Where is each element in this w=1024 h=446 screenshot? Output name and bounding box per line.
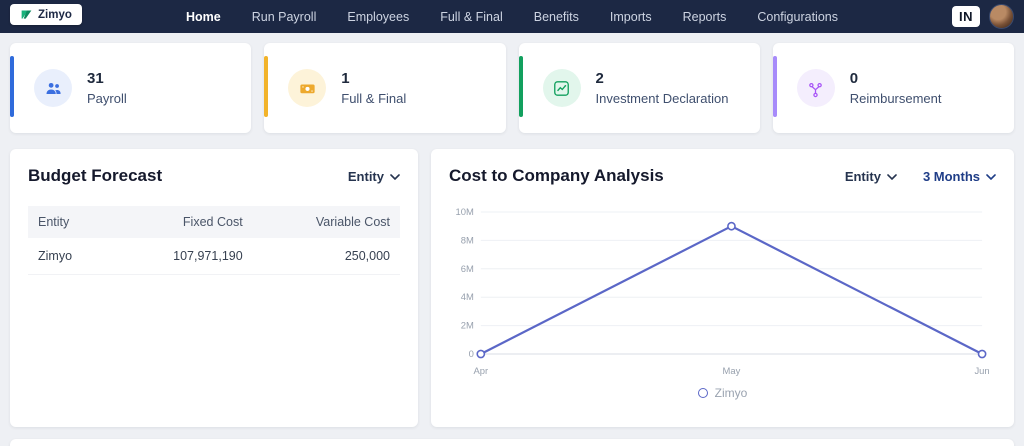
partial-card — [10, 439, 1014, 446]
accent-bar — [10, 56, 14, 117]
svg-text:6M: 6M — [461, 264, 474, 275]
table-row: Zimyo 107,971,190 250,000 — [28, 238, 400, 275]
zimyo-logo-icon — [20, 8, 33, 21]
budget-forecast-panel: Budget Forecast Entity Entity Fixed Cost… — [10, 149, 418, 427]
chevron-down-icon — [390, 172, 400, 180]
dashboard-panels: Budget Forecast Entity Entity Fixed Cost… — [0, 149, 1024, 427]
brand-name: Zimyo — [38, 8, 72, 21]
stat-value: 0 — [849, 70, 859, 87]
svg-text:10M: 10M — [455, 207, 473, 218]
nav-menu: Home Run Payroll Employees Full & Final … — [184, 1, 840, 33]
ctc-line-chart: 0 2M 4M 6M 8M 10M Apr May Jun — [455, 207, 989, 377]
nav-item-home[interactable]: Home — [184, 1, 223, 33]
svg-text:Jun: Jun — [974, 366, 989, 377]
stat-label: Investment Declaration — [595, 91, 729, 106]
money-icon — [288, 69, 327, 107]
nav-item-full-final[interactable]: Full & Final — [438, 1, 505, 33]
col-variable-cost: Variable Cost — [252, 206, 400, 238]
ctc-period-dropdown[interactable]: 3 Months — [923, 169, 996, 184]
ctc-entity-dropdown[interactable]: Entity — [845, 169, 897, 184]
nav-item-benefits[interactable]: Benefits — [532, 1, 581, 33]
legend-label: Zimyo — [714, 386, 748, 400]
cell-entity: Zimyo — [28, 238, 113, 275]
accent-bar — [264, 56, 269, 117]
nav-right-cluster: IN — [952, 0, 1014, 33]
stat-label: Payroll — [87, 91, 127, 106]
svg-text:May: May — [723, 366, 741, 377]
stat-label: Full & Final — [341, 91, 407, 106]
accent-bar — [772, 56, 777, 117]
col-entity: Entity — [28, 206, 113, 238]
svg-text:8M: 8M — [461, 235, 474, 246]
svg-text:2M: 2M — [461, 321, 474, 332]
chevron-down-icon — [986, 172, 996, 180]
svg-text:Apr: Apr — [473, 366, 488, 377]
stat-value: 31 — [87, 70, 104, 87]
nav-item-configurations[interactable]: Configurations — [755, 1, 840, 33]
stat-card-payroll[interactable]: 31 Payroll — [10, 43, 252, 133]
stat-card-reimbursement[interactable]: 0 Reimbursement — [772, 43, 1014, 133]
stat-label: Reimbursement — [849, 91, 942, 106]
accent-bar — [518, 56, 523, 117]
svg-text:4M: 4M — [461, 292, 474, 303]
ctc-title: Cost to Company Analysis — [449, 166, 664, 185]
payroll-users-icon — [34, 69, 72, 107]
user-avatar[interactable] — [989, 4, 1014, 29]
col-fixed-cost: Fixed Cost — [112, 206, 253, 238]
stat-card-full-final[interactable]: 1 Full & Final — [264, 43, 506, 133]
nav-item-run-payroll[interactable]: Run Payroll — [250, 1, 319, 33]
nav-item-imports[interactable]: Imports — [608, 1, 654, 33]
cell-fixed-cost: 107,971,190 — [112, 238, 253, 275]
stat-value: 1 — [341, 70, 350, 87]
stat-value: 2 — [595, 70, 604, 87]
ctc-analysis-panel: Cost to Company Analysis Entity 3 Months… — [431, 149, 1014, 427]
locale-badge[interactable]: IN — [952, 6, 980, 27]
svg-text:0: 0 — [469, 349, 474, 360]
budget-forecast-title: Budget Forecast — [28, 166, 163, 185]
legend-item-zimyo[interactable]: Zimyo — [449, 386, 996, 400]
share-branch-icon — [796, 69, 835, 107]
chevron-down-icon — [887, 172, 897, 180]
cell-variable-cost: 250,000 — [252, 238, 400, 275]
legend-marker — [697, 388, 708, 398]
stat-card-investment-declaration[interactable]: 2 Investment Declaration — [518, 43, 760, 133]
budget-entity-dropdown[interactable]: Entity — [348, 169, 400, 184]
brand-logo[interactable]: Zimyo — [10, 4, 82, 25]
budget-forecast-table: Entity Fixed Cost Variable Cost Zimyo 10… — [28, 206, 400, 275]
nav-item-employees[interactable]: Employees — [345, 1, 411, 33]
top-navbar: Zimyo Home Run Payroll Employees Full & … — [0, 0, 1024, 33]
nav-item-reports[interactable]: Reports — [681, 1, 729, 33]
trend-chart-icon — [542, 69, 581, 107]
stats-row: 31 Payroll 1 Full & Final 2 Investment D… — [0, 43, 1024, 133]
